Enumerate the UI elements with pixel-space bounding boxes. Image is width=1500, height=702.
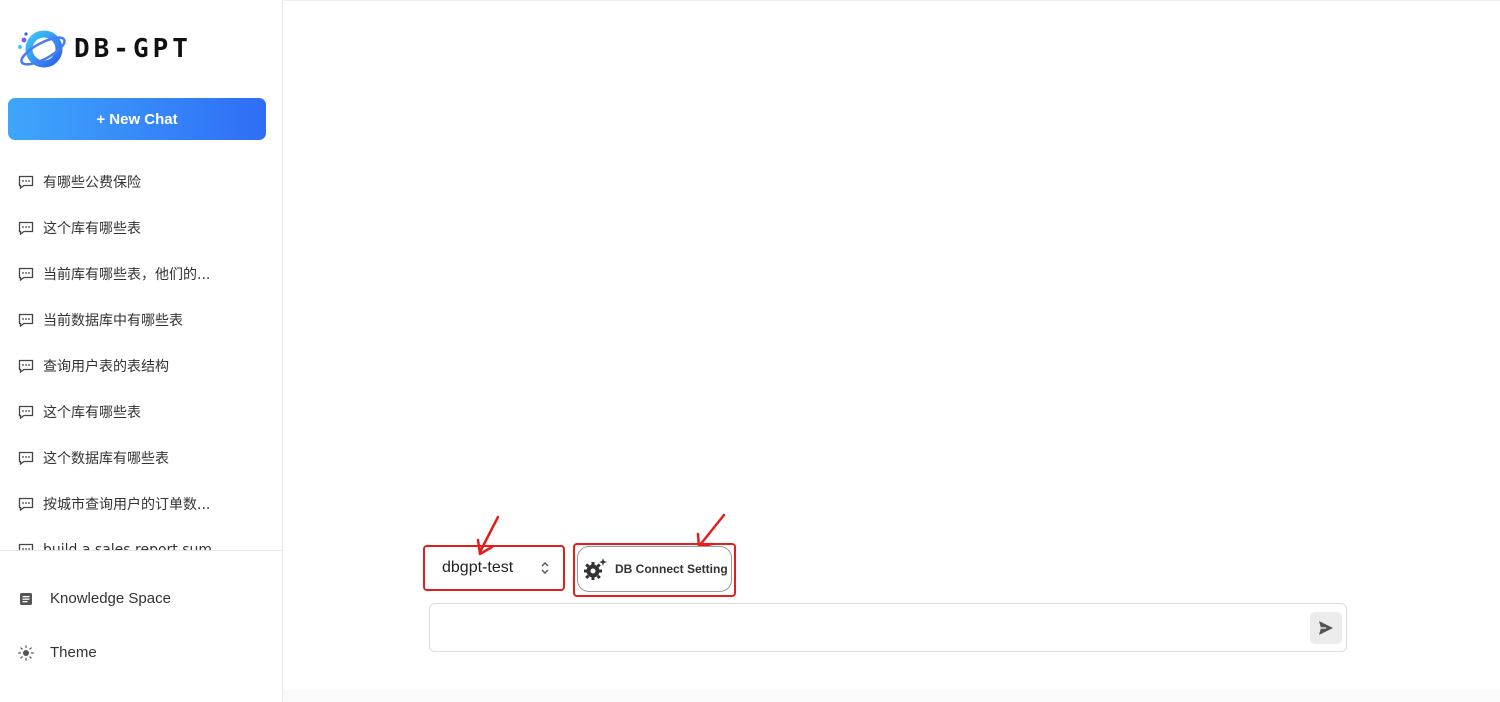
sidebar-divider bbox=[0, 550, 282, 551]
history-item[interactable]: 这个数据库有哪些表 bbox=[0, 435, 282, 481]
history-item-label: 当前数据库中有哪些表 bbox=[43, 313, 183, 329]
brand-name: DB-GPT bbox=[74, 34, 192, 64]
chat-bubble-icon bbox=[18, 267, 34, 281]
history-item[interactable]: 查询用户表的表结构 bbox=[0, 343, 282, 389]
document-icon bbox=[20, 592, 32, 605]
history-item-label: 这个库有哪些表 bbox=[43, 405, 141, 421]
chat-input[interactable] bbox=[440, 614, 1304, 644]
chat-bubble-icon bbox=[18, 313, 34, 327]
history-item-label: 这个库有哪些表 bbox=[43, 221, 141, 237]
db-connect-setting-label: DB Connect Setting bbox=[615, 562, 728, 576]
history-item-label: 查询用户表的表结构 bbox=[43, 359, 169, 375]
sun-icon bbox=[18, 644, 34, 661]
history-item[interactable]: 当前数据库中有哪些表 bbox=[0, 297, 282, 343]
knowledge-space-label: Knowledge Space bbox=[50, 590, 171, 607]
bottom-area bbox=[283, 690, 1500, 702]
history-item[interactable]: 当前库有哪些表，他们的... bbox=[0, 251, 282, 297]
history-item-label: 按城市查询用户的订单数... bbox=[43, 497, 211, 513]
chat-bubble-icon bbox=[18, 497, 34, 511]
new-chat-button[interactable]: + New Chat bbox=[8, 98, 266, 140]
chat-bubble-icon bbox=[18, 451, 34, 465]
chat-bubble-icon bbox=[18, 359, 34, 373]
history-item[interactable]: build a sales report sum... bbox=[0, 527, 282, 551]
knowledge-space-link[interactable]: Knowledge Space bbox=[18, 590, 171, 607]
chat-bubble-icon bbox=[18, 405, 34, 419]
theme-toggle[interactable]: Theme bbox=[18, 644, 97, 661]
chat-bubble-icon bbox=[18, 175, 34, 189]
logo-icon bbox=[18, 30, 66, 68]
chat-input-box bbox=[429, 603, 1347, 652]
history-item[interactable]: 有哪些公费保险 bbox=[0, 159, 282, 205]
gears-icon bbox=[584, 558, 607, 580]
sidebar: DB-GPT + New Chat 有哪些公费保险 这个库有哪些表 当前库有哪些… bbox=[0, 0, 283, 702]
send-icon bbox=[1319, 621, 1333, 635]
send-button[interactable] bbox=[1310, 612, 1342, 644]
chevron-up-down-icon bbox=[541, 562, 549, 574]
app: DB-GPT + New Chat 有哪些公费保险 这个库有哪些表 当前库有哪些… bbox=[0, 0, 1500, 702]
theme-label: Theme bbox=[50, 644, 97, 661]
chat-history-list: 有哪些公费保险 这个库有哪些表 当前库有哪些表，他们的... 当前数据库中有哪些… bbox=[0, 159, 282, 551]
history-item-label: 这个数据库有哪些表 bbox=[43, 451, 169, 467]
database-select[interactable]: dbgpt-test bbox=[423, 545, 565, 591]
logo: DB-GPT bbox=[16, 26, 192, 72]
db-connect-setting-inner: DB Connect Setting bbox=[577, 546, 732, 592]
chat-bubble-icon bbox=[18, 221, 34, 235]
history-item[interactable]: 这个库有哪些表 bbox=[0, 205, 282, 251]
history-item[interactable]: 这个库有哪些表 bbox=[0, 389, 282, 435]
history-item-label: 有哪些公费保险 bbox=[43, 175, 141, 191]
database-select-value: dbgpt-test bbox=[442, 559, 514, 576]
history-item[interactable]: 按城市查询用户的订单数... bbox=[0, 481, 282, 527]
db-connect-setting-button[interactable]: DB Connect Setting bbox=[573, 543, 736, 597]
top-divider bbox=[283, 0, 1500, 1]
history-item-label: 当前库有哪些表，他们的... bbox=[43, 267, 211, 283]
